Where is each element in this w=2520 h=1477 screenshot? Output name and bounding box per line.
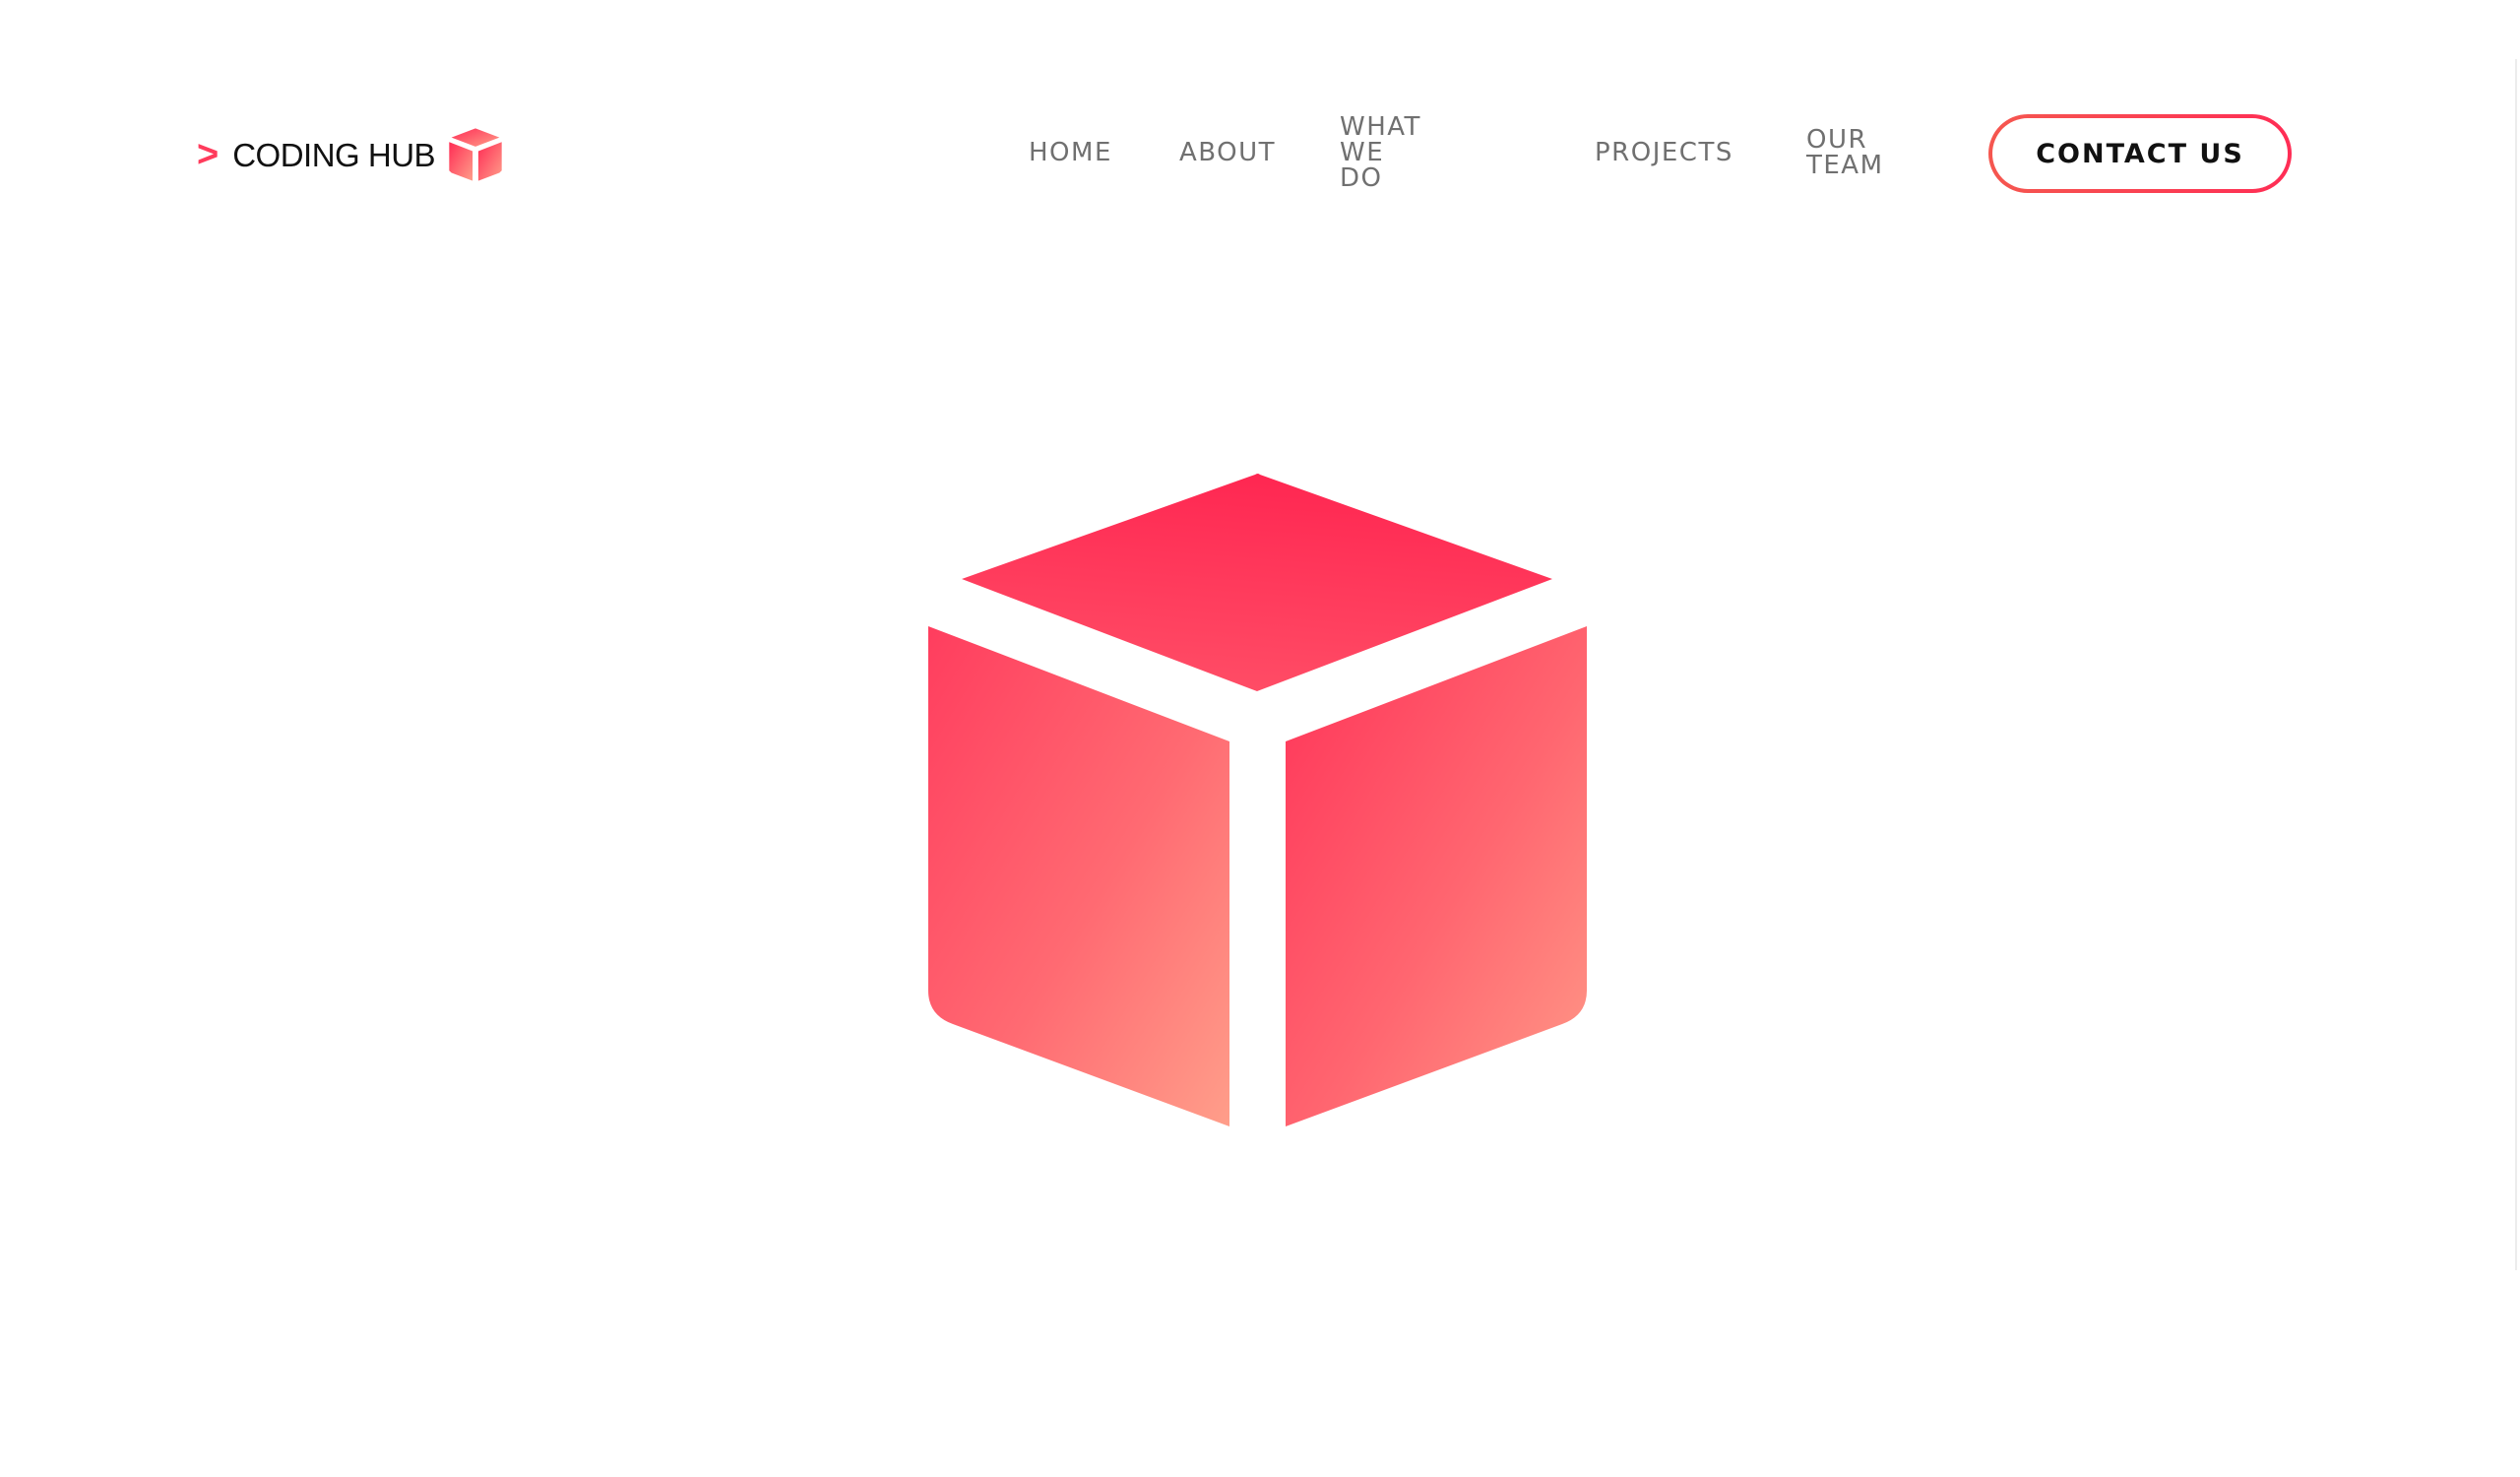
contact-us-label: CONTACT US (1992, 118, 2288, 189)
hero-cube-top-face (962, 474, 1552, 691)
logo[interactable]: > CODING HUB (197, 124, 504, 185)
logo-arrow: > (197, 134, 220, 175)
hero-cube-left-face (928, 626, 1229, 1126)
contact-us-button[interactable]: CONTACT US (1988, 114, 2292, 193)
logo-cube-icon (449, 128, 502, 181)
page: > CODING HUB HOME ABOUT WHAT WE DO PROJE… (0, 0, 2520, 1477)
nav-what-we-do[interactable]: WHAT WE DO (1340, 114, 1421, 191)
nav-projects[interactable]: PROJECTS (1595, 140, 1733, 165)
nav-home[interactable]: HOME (1029, 140, 1112, 165)
nav-about[interactable]: ABOUT (1179, 140, 1276, 165)
nav-our-team[interactable]: OUR TEAM (1806, 127, 1884, 178)
hero-cube-right-face (1286, 626, 1587, 1126)
hero-cube-icon (928, 474, 1587, 1126)
scrollbar-track[interactable] (2515, 59, 2517, 1270)
logo-text: CODING HUB (232, 136, 436, 173)
